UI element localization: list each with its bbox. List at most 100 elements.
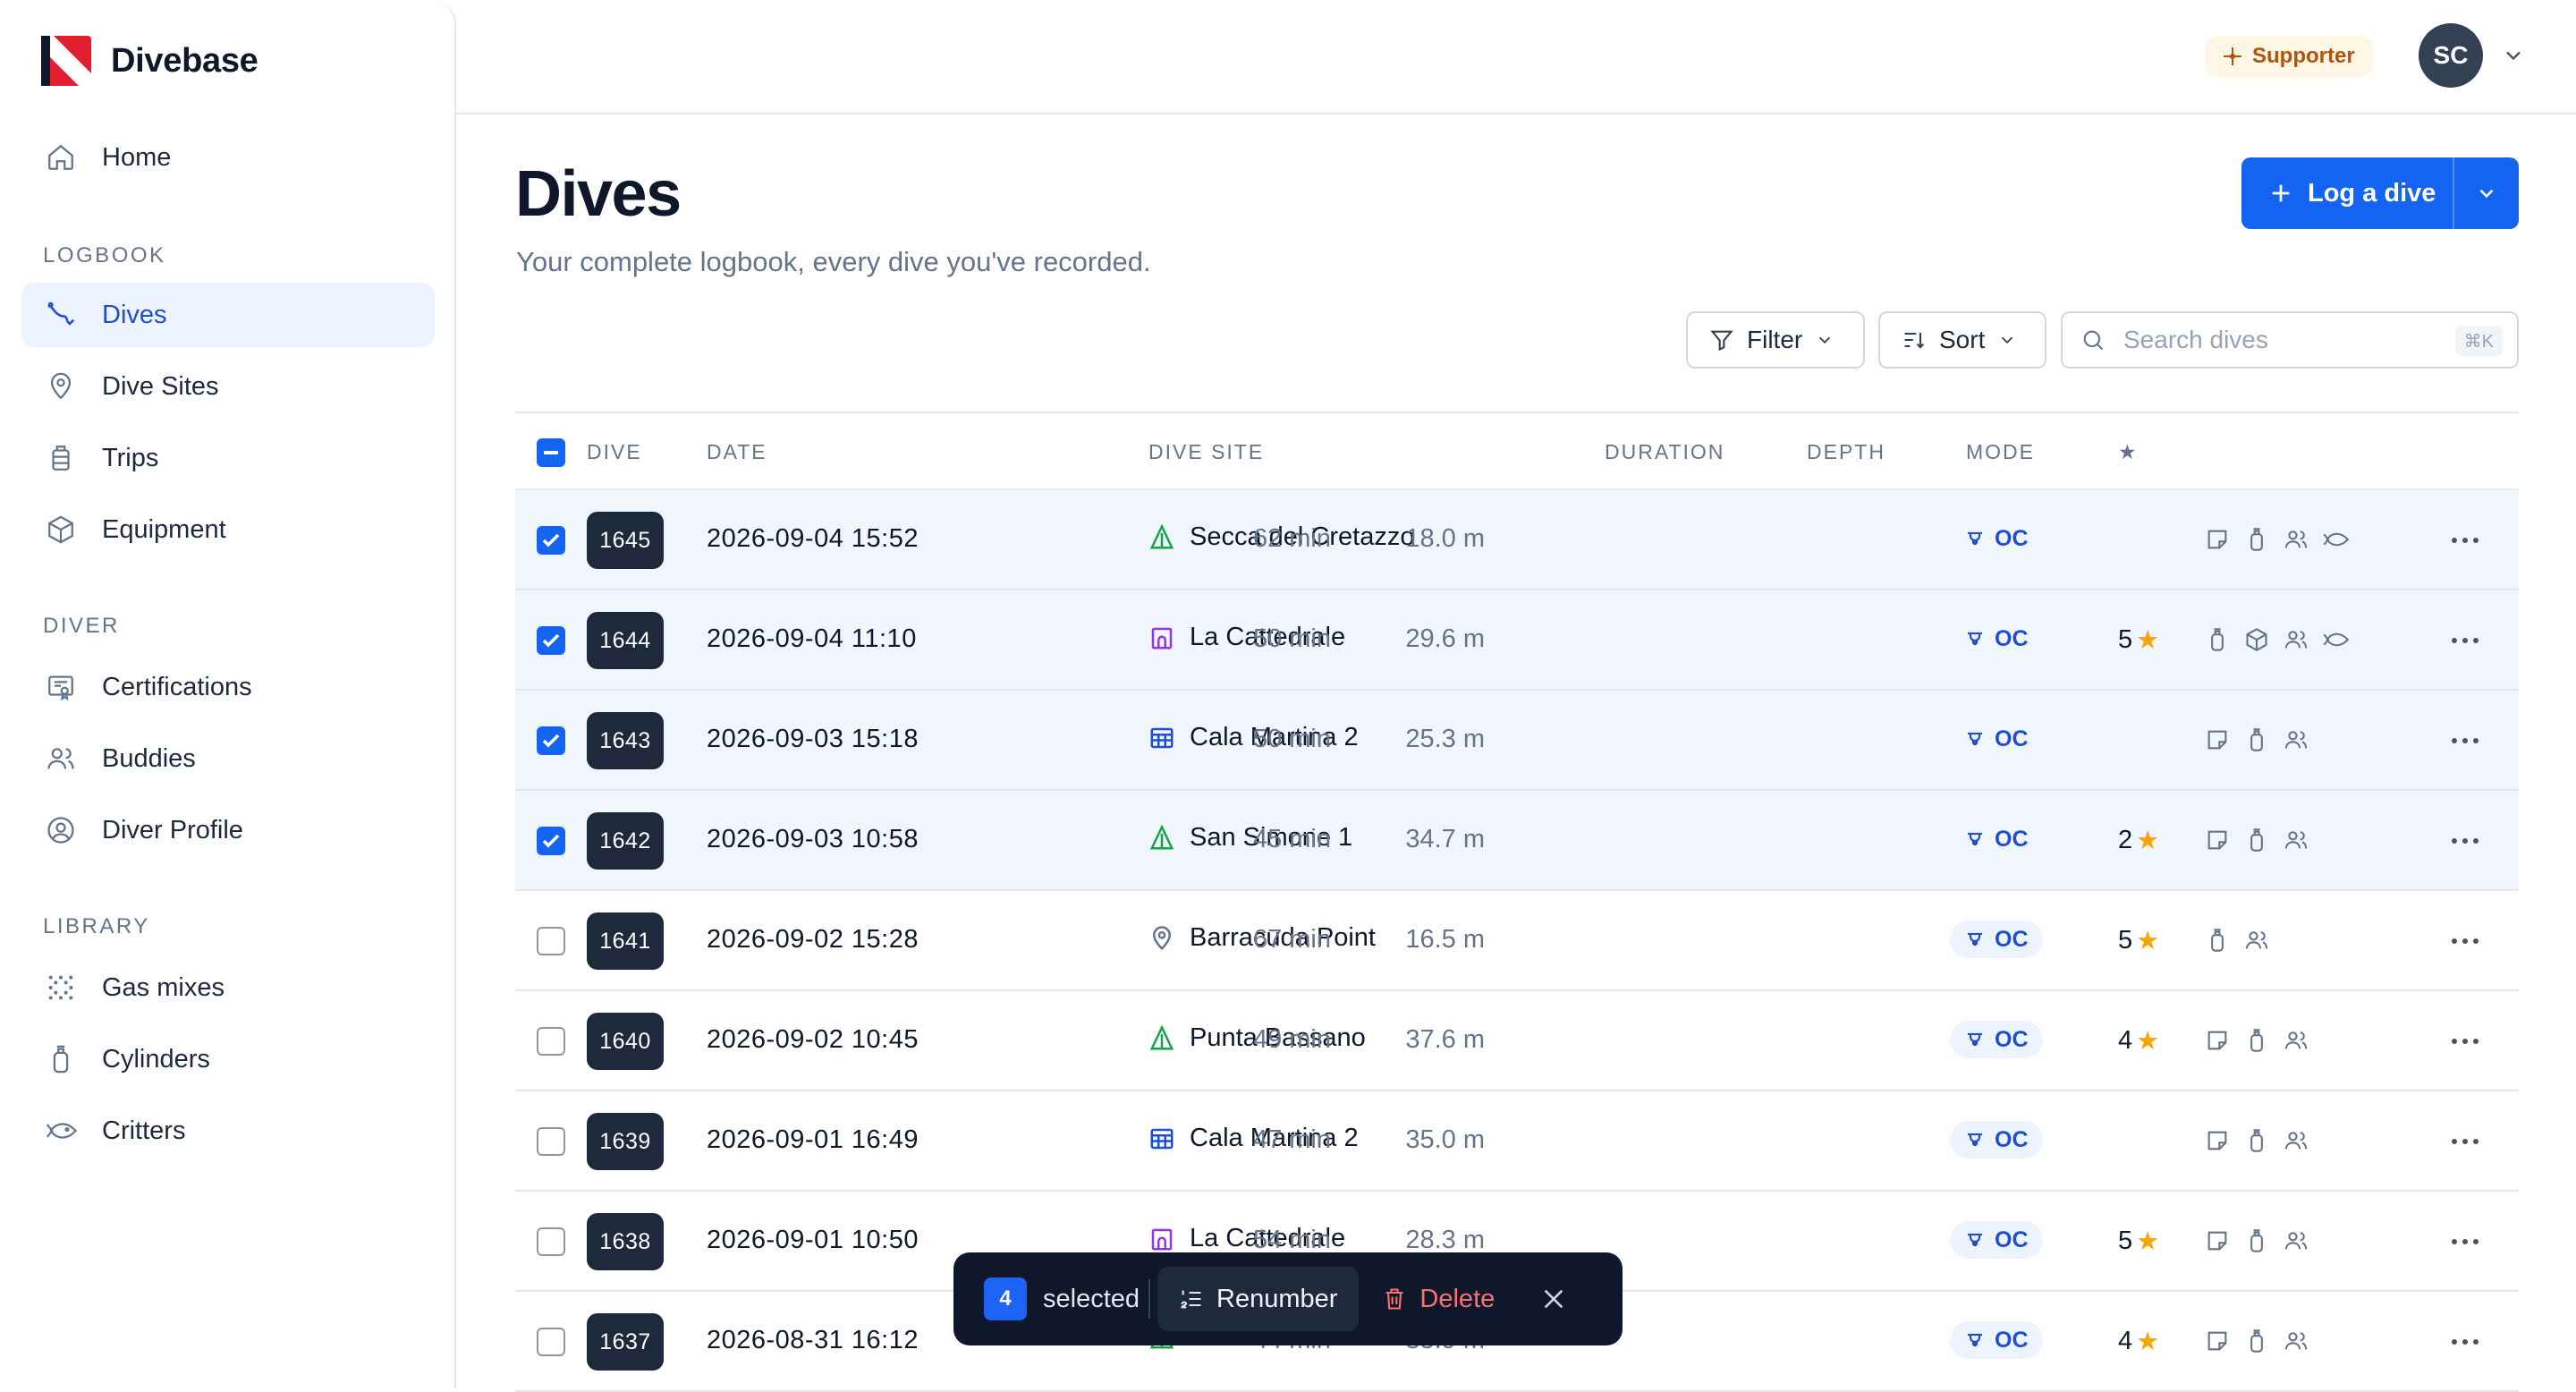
table-row[interactable]: 1639 2026-09-01 16:49 Cala Martina 2 47 …	[515, 1091, 2519, 1192]
mode-label: OC	[1995, 1126, 2029, 1152]
nav-trips[interactable]: Trips	[21, 426, 435, 490]
open-circuit-icon	[1964, 528, 1986, 549]
buddies-icon	[2283, 1227, 2309, 1254]
page-subtitle: Your complete logbook, every dive you've…	[516, 246, 1151, 277]
log-dive-button[interactable]: Log a dive	[2241, 157, 2453, 229]
col-date[interactable]: DATE	[707, 440, 767, 464]
sort-icon	[1904, 332, 1925, 349]
avatar[interactable]: SC	[2419, 23, 2483, 88]
search-input[interactable]: Search dives ⌘K	[2061, 311, 2519, 369]
dive-number: 1643	[587, 712, 664, 769]
more-icon[interactable]	[2449, 1029, 2481, 1054]
fish-icon	[43, 1113, 79, 1149]
row-checkbox[interactable]	[537, 526, 565, 555]
col-rating[interactable]: ★	[2118, 440, 2139, 464]
more-icon[interactable]	[2449, 929, 2481, 954]
delete-button[interactable]: Delete	[1382, 1285, 1495, 1314]
table-row[interactable]: 1645 2026-09-04 15:52 Secca del Cretazzo…	[515, 490, 2519, 590]
app-logo[interactable]: Divebase	[41, 36, 258, 86]
open-circuit-icon	[1964, 1229, 1986, 1251]
selected-label: selected	[1043, 1284, 1140, 1313]
nav-cylinders[interactable]: Cylinders	[21, 1027, 435, 1091]
nav-buddies[interactable]: Buddies	[21, 726, 435, 791]
more-icon[interactable]	[2449, 728, 2481, 753]
dive-attributes	[2204, 626, 2349, 653]
more-icon[interactable]	[2449, 828, 2481, 853]
site-wreck-icon	[1148, 725, 1175, 751]
chevron-down-icon[interactable]	[2501, 43, 2526, 68]
more-icon[interactable]	[2449, 1329, 2481, 1354]
search-icon	[2083, 330, 2104, 351]
col-mode[interactable]: MODE	[1966, 440, 2035, 464]
note-icon	[2204, 1227, 2231, 1254]
col-dive[interactable]: DIVE	[587, 440, 642, 464]
nav-gas-mixes-label: Gas mixes	[102, 972, 225, 1002]
dive-depth: 25.3 m	[1405, 725, 1485, 753]
dive-rating: 4 ★	[2118, 1326, 2159, 1357]
check-icon	[542, 633, 560, 648]
row-checkbox[interactable]	[537, 1227, 565, 1256]
dive-date: 2026-09-03 15:18	[707, 725, 919, 753]
mode-label: OC	[1995, 926, 2029, 952]
col-depth[interactable]: DEPTH	[1807, 440, 1885, 464]
open-circuit-icon	[1964, 828, 1986, 850]
table-row[interactable]: 1643 2026-09-03 15:18 Cala Martina 2 50 …	[515, 691, 2519, 791]
dive-duration: 49 min	[1252, 1025, 1331, 1054]
dive-attributes	[2204, 1328, 2309, 1354]
dive-number: 1639	[587, 1113, 664, 1170]
nav-critters[interactable]: Critters	[21, 1099, 435, 1163]
row-checkbox[interactable]	[537, 827, 565, 855]
supporter-badge[interactable]: Supporter	[2206, 36, 2373, 77]
more-icon[interactable]	[2449, 528, 2481, 553]
more-icon[interactable]	[2449, 628, 2481, 653]
renumber-label: Renumber	[1216, 1284, 1338, 1313]
nav-equipment[interactable]: Equipment	[21, 497, 435, 562]
nav-certifications[interactable]: Certifications	[21, 655, 435, 719]
table-row[interactable]: 1640 2026-09-02 10:45 Punta Bassano 49 m…	[515, 991, 2519, 1091]
bulk-action-bar: 4 selected Renumber Delete	[953, 1252, 1623, 1345]
star-icon: ★	[2136, 626, 2160, 655]
minus-icon	[544, 451, 558, 454]
row-checkbox[interactable]	[537, 626, 565, 655]
note-icon	[2204, 1027, 2231, 1054]
more-icon[interactable]	[2449, 1229, 2481, 1254]
sort-button[interactable]: Sort	[1878, 311, 2046, 369]
row-checkbox[interactable]	[537, 726, 565, 755]
nav-diver-profile[interactable]: Diver Profile	[21, 798, 435, 862]
col-site[interactable]: DIVE SITE	[1148, 440, 1264, 464]
select-all-checkbox[interactable]	[537, 438, 565, 467]
table-row[interactable]: 1644 2026-09-04 11:10 La Cattedrale 50 m…	[515, 590, 2519, 691]
buddies-icon	[2283, 1127, 2309, 1154]
row-checkbox[interactable]	[537, 1328, 565, 1356]
renumber-button[interactable]: Renumber	[1157, 1267, 1360, 1331]
close-icon[interactable]	[1539, 1285, 1568, 1313]
nav-dive-sites[interactable]: Dive Sites	[21, 354, 435, 419]
row-checkbox[interactable]	[537, 1127, 565, 1156]
more-icon[interactable]	[2449, 1129, 2481, 1154]
open-circuit-icon	[1964, 628, 1986, 649]
nav-equipment-label: Equipment	[102, 514, 226, 544]
dive-attributes	[2204, 827, 2309, 853]
section-diver: DIVER	[43, 614, 120, 638]
nav-home[interactable]: Home	[21, 125, 435, 190]
table-row[interactable]: 1641 2026-09-02 15:28 Barracuda Point 67…	[515, 891, 2519, 991]
log-dive-dropdown[interactable]	[2454, 182, 2519, 205]
selected-count: 4	[984, 1277, 1027, 1320]
nav-critters-label: Critters	[102, 1116, 186, 1145]
dive-duration: 50 min	[1252, 725, 1331, 753]
row-checkbox[interactable]	[537, 927, 565, 955]
mode-badge: OC	[1950, 921, 2043, 958]
row-checkbox[interactable]	[537, 1027, 565, 1056]
col-duration[interactable]: DURATION	[1605, 440, 1724, 464]
nav-dives[interactable]: Dives	[21, 283, 435, 347]
dive-duration: 54 min	[1252, 1226, 1331, 1254]
table-row[interactable]: 1642 2026-09-03 10:58 San Simone 1 45 mi…	[515, 791, 2519, 891]
supporter-badge-label: Supporter	[2252, 44, 2355, 68]
cylinder-icon	[2243, 1227, 2270, 1254]
filter-button[interactable]: Filter	[1686, 311, 1865, 369]
cylinder-icon	[43, 1041, 79, 1077]
buddies-icon	[2283, 827, 2309, 853]
dive-date: 2026-08-31 16:12	[707, 1326, 919, 1354]
nav-gas-mixes[interactable]: Gas mixes	[21, 955, 435, 1020]
note-icon	[2204, 726, 2231, 753]
